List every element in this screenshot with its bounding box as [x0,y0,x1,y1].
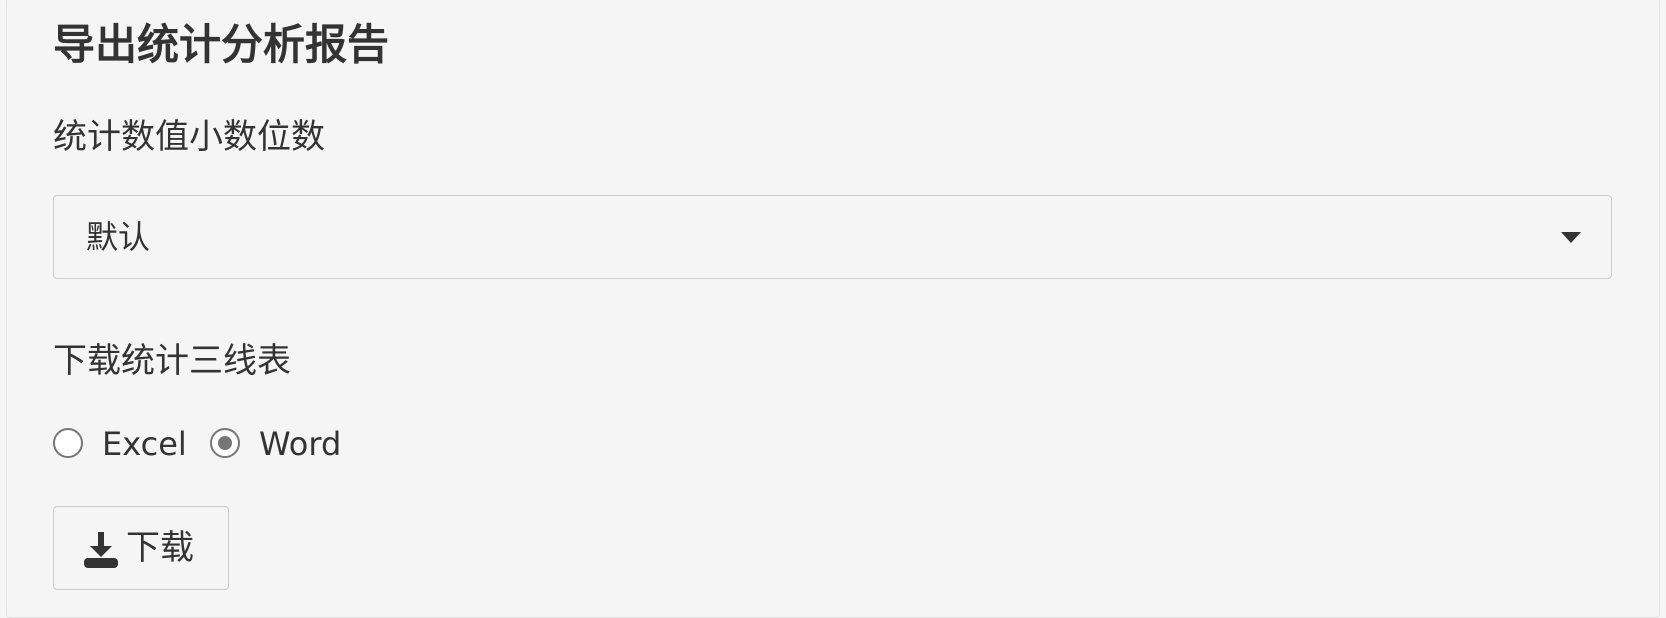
word-radio-option[interactable]: Word [210,420,350,468]
chevron-down-icon [1561,232,1581,243]
radio-selected-dot [218,436,232,450]
download-icon [84,532,118,568]
excel-radio-option[interactable]: Excel [53,420,187,468]
download-button-label: 下载 [126,528,194,568]
table-download-label: 下载统计三线表 [53,341,291,381]
decimals-selected-value: 默认 [86,218,151,256]
page-title: 导出统计分析报告 [53,20,390,69]
download-button[interactable]: 下载 [53,506,229,590]
word-radio-button[interactable] [210,428,240,458]
export-report-panel [6,0,1660,618]
decimals-label: 统计数值小数位数 [53,117,325,157]
word-radio-label[interactable]: Word [259,420,341,468]
excel-radio-button[interactable] [53,428,83,458]
decimals-select[interactable]: 默认 [53,195,1612,279]
table-format-radio-group: Excel Word [53,420,453,468]
excel-radio-label[interactable]: Excel [102,420,187,468]
